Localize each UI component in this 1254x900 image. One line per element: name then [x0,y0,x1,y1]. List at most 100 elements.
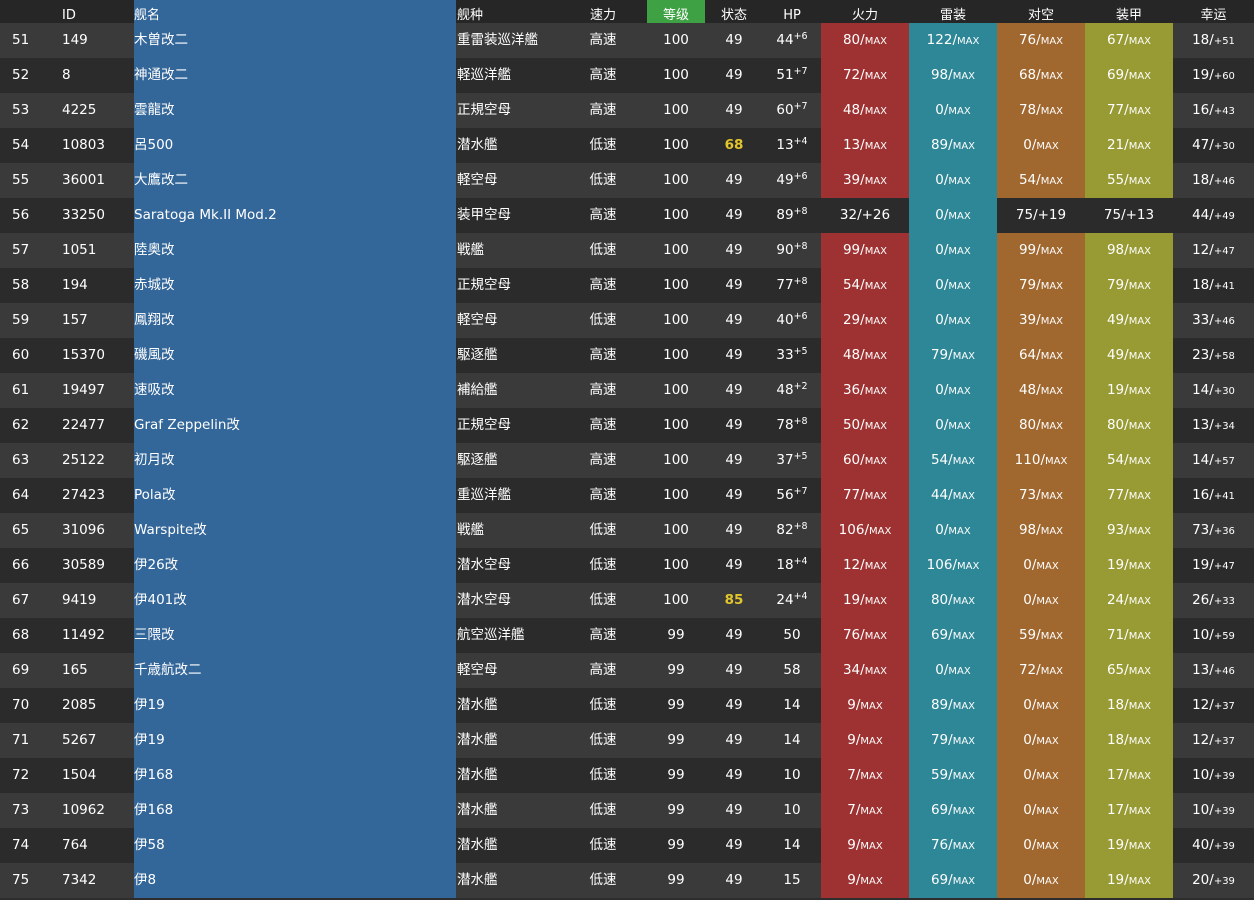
ship-hp: 58 [765,653,819,688]
row-number: 53 [12,93,52,128]
torpedo-value: 98/ [930,67,953,83]
ship-condition: 49 [708,688,760,723]
table-row[interactable]: 74 764 伊58 潜水艦 低速 99 49 14 9/MAX 76/MAX 0/MAX 19/MA… [0,828,1254,863]
firepower-value: 50/ [842,417,865,433]
ship-type-text: 潜水空母 [457,592,511,608]
hp-value: 49 [776,172,794,188]
armor-stat: 49/MAX [1085,338,1173,373]
ship-condition-text: 49 [725,837,743,853]
armor-max-label: MAX [1128,631,1152,642]
table-row[interactable]: 65 31096 Warspite改 戦艦 低速 100 49 82+8 106/MAX 0/MA… [0,513,1254,548]
table-row[interactable]: 67 9419 伊401改 潜水空母 低速 100 85 24+4 19/MAX 80/MAX 0/… [0,583,1254,618]
table-row[interactable]: 62 22477 Graf Zeppelin改 正規空母 高速 100 49 78+8 50/M… [0,408,1254,443]
table-row[interactable]: 57 1051 陸奥改 戦艦 低速 100 49 90+8 99/MAX 0/MAX 99/MAX 9… [0,233,1254,268]
armor-value: 79/ [1106,277,1129,293]
torpedo-max-label: MAX [952,806,976,817]
ship-level: 99 [647,653,705,688]
table-row[interactable]: 60 15370 磯風改 駆逐艦 高速 100 49 33+5 48/MAX 79/MAX 64/M… [0,338,1254,373]
torpedo-max-label: MAX [957,36,980,47]
table-row[interactable]: 59 157 鳳翔改 軽空母 低速 100 49 40+6 29/MAX 0/MAX 39/MAX 4… [0,303,1254,338]
table-row[interactable]: 51 149 木曽改二 重雷装巡洋艦 高速 100 49 44+6 80/MAX 122/MAX 7… [0,23,1254,58]
ship-level-text: 99 [667,627,685,643]
firepower-stat: 99/MAX [821,233,909,268]
ship-id: 157 [62,303,132,338]
ship-id-text: 2085 [62,697,97,713]
armor-stat: 80/MAX [1085,408,1173,443]
table-row[interactable]: 58 194 赤城改 正規空母 高速 100 49 77+8 54/MAX 0/MAX 79/MAX… [0,268,1254,303]
table-row[interactable]: 75 7342 伊8 潜水艦 低速 99 49 15 9/MAX 69/MAX 0/MAX 19/MA… [0,863,1254,898]
ship-type: 補給艦 [457,373,572,408]
ship-level: 100 [647,163,705,198]
table-row[interactable]: 70 2085 伊19 潜水艦 低速 99 49 14 9/MAX 89/MAX 0/MAX 18/M… [0,688,1254,723]
antiair-max-label: MAX [1040,351,1064,362]
table-row[interactable]: 63 25122 初月改 駆逐艦 高速 100 49 37+5 60/MAX 54/MAX 110/… [0,443,1254,478]
ship-speed-text: 低速 [589,732,617,748]
firepower-value: 7/ [847,802,861,818]
ship-hp: 90+8 [765,233,819,268]
luck-value: 13/ [1192,662,1214,678]
row-number: 51 [12,23,52,58]
ship-level-text: 99 [667,837,685,853]
ship-speed: 高速 [574,618,632,653]
ship-id: 5267 [62,723,132,758]
hp-value: 33 [776,347,794,363]
torpedo-stat: 69/MAX [909,793,997,828]
antiair-value: 39/ [1018,312,1041,328]
torpedo-max-label: MAX [948,106,971,117]
firepower-stat: 29/MAX [821,303,909,338]
hp-bonus: +6 [793,31,808,42]
torpedo-stat: 79/MAX [909,723,997,758]
firepower-stat: 13/MAX [821,128,909,163]
ship-type: 潜水艦 [457,793,572,828]
hp-bonus: +8 [793,206,808,217]
antiair-stat: 59/MAX [997,618,1085,653]
ship-name: 木曽改二 [134,23,456,58]
ship-condition-text: 49 [725,627,743,643]
table-row[interactable]: 52 8 神通改二 軽巡洋艦 高速 100 49 51+7 72/MAX 98/MAX 68/MAX… [0,58,1254,93]
row-number-text: 55 [12,172,30,188]
ship-id-text: 15370 [62,347,105,363]
table-row[interactable]: 55 36001 大鷹改二 軽空母 低速 100 49 49+6 39/MAX 0/MAX 54/M… [0,163,1254,198]
ship-id-text: 33250 [62,207,105,223]
armor-stat: 19/MAX [1085,548,1173,583]
armor-value: 17/ [1106,767,1129,783]
table-row[interactable]: 61 19497 速吸改 補給艦 高速 100 49 48+2 36/MAX 0/MAX 48/MA… [0,373,1254,408]
luck-remaining: +57 [1213,456,1235,467]
ship-name-text: 伊19 [134,697,165,713]
luck-stat: 12/+37 [1173,688,1254,723]
antiair-max-label: MAX [1045,456,1068,467]
table-row[interactable]: 73 10962 伊168 潜水艦 低速 99 49 10 7/MAX 69/MAX 0/MAX 17… [0,793,1254,828]
table-row[interactable]: 71 5267 伊19 潜水艦 低速 99 49 14 9/MAX 79/MAX 0/MAX 18/M… [0,723,1254,758]
table-row[interactable]: 56 33250 Saratoga Mk.II Mod.2 装甲空母 高速 100 49 89… [0,198,1254,233]
torpedo-value: 0/ [935,277,949,293]
torpedo-max-label: MAX [948,421,971,432]
ship-level-text: 100 [663,452,689,468]
firepower-value: 19/ [842,592,865,608]
armor-value: 18/ [1106,732,1129,748]
row-number: 72 [12,758,52,793]
torpedo-max-label: MAX [948,526,971,537]
armor-value: 17/ [1106,802,1129,818]
armor-max-label: MAX [1128,666,1152,677]
luck-stat: 73/+36 [1173,513,1254,548]
ship-speed: 高速 [574,373,632,408]
table-row[interactable]: 53 4225 雲龍改 正規空母 高速 100 49 60+7 48/MAX 0/MAX 78/MA… [0,93,1254,128]
torpedo-value: 89/ [930,137,953,153]
ship-speed: 低速 [574,688,632,723]
luck-value: 19/ [1192,67,1214,83]
table-row[interactable]: 66 30589 伊26改 潜水空母 低速 100 49 18+4 12/MAX 106/MAX 0… [0,548,1254,583]
armor-stat: 77/MAX [1085,93,1173,128]
luck-value: 44/ [1192,207,1214,223]
ship-level: 100 [647,338,705,373]
torpedo-value: 0/ [935,207,949,223]
ship-level-text: 99 [667,662,685,678]
table-row[interactable]: 64 27423 Pola改 重巡洋艦 高速 100 49 56+7 77/MAX 44/MAX 7… [0,478,1254,513]
table-row[interactable]: 72 1504 伊168 潜水艦 低速 99 49 10 7/MAX 59/MAX 0/MAX 17/… [0,758,1254,793]
table-row[interactable]: 54 10803 呂500 潜水艦 低速 100 68 13+4 13/MAX 89/MAX 0/M… [0,128,1254,163]
ship-speed-text: 低速 [589,242,617,258]
ship-speed: 高速 [574,198,632,233]
table-row[interactable]: 68 11492 三隈改 航空巡洋艦 高速 99 49 50 76/MAX 69/MAX 59/MA… [0,618,1254,653]
table-row[interactable]: 69 165 千歳航改二 軽空母 高速 99 49 58 34/MAX 0/MAX 72/MAX 65… [0,653,1254,688]
luck-stat: 19/+60 [1173,58,1254,93]
armor-stat: 71/MAX [1085,618,1173,653]
